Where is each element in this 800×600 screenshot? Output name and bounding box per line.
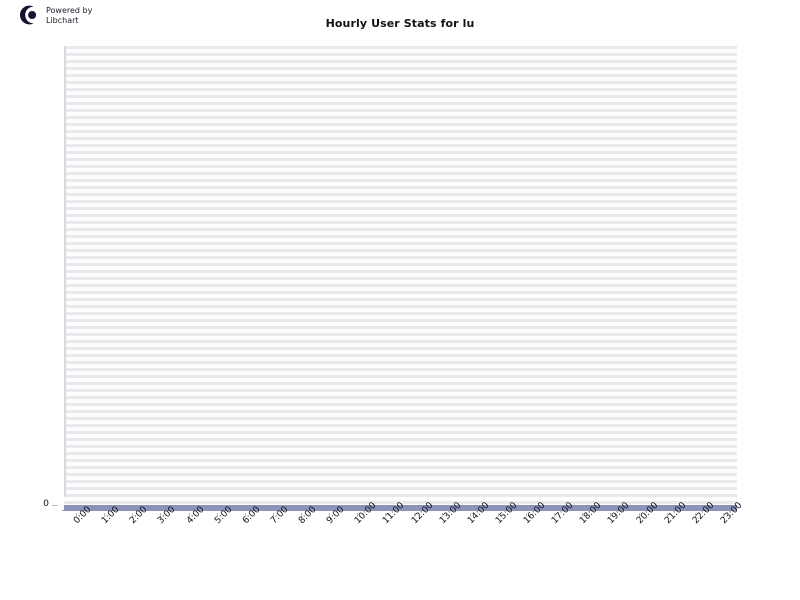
y-axis-line xyxy=(64,46,66,497)
x-axis: 0:00 1:00 2:00 3:00 4:00 5:00 6:00 7:00 8:00 9:00… xyxy=(62,501,744,593)
y-axis: 0 xyxy=(0,46,58,513)
plot-area xyxy=(64,46,737,505)
chart-title: Hourly User Stats for lu xyxy=(325,17,475,30)
y-tick-label: 0 xyxy=(43,499,49,509)
plot-wrapper xyxy=(62,46,737,513)
brand-line-1: Powered by xyxy=(46,6,93,15)
y-tick-mark xyxy=(52,505,58,506)
